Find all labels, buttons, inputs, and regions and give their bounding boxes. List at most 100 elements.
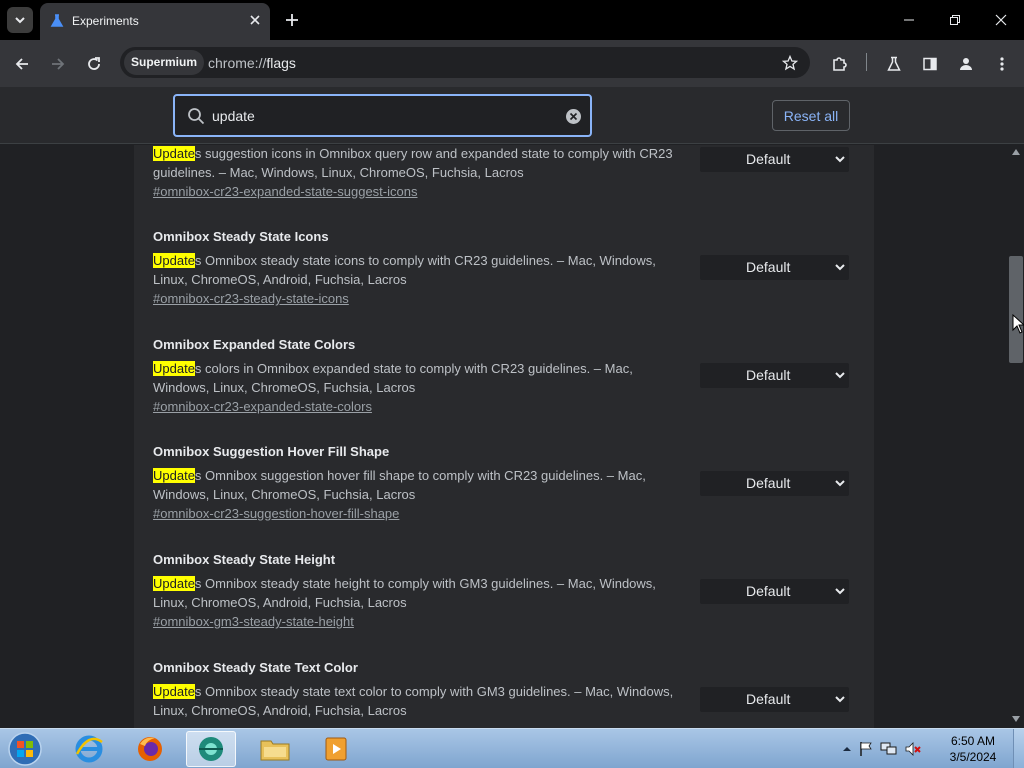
select-value: Default xyxy=(746,259,791,275)
tab-search-button[interactable] xyxy=(7,7,33,33)
chevron-down-icon xyxy=(15,17,25,24)
flask-icon xyxy=(887,56,901,71)
taskbar-internet-explorer[interactable] xyxy=(64,731,114,767)
flag-anchor-link[interactable]: #omnibox-cr23-expanded-state-suggest-ico… xyxy=(153,184,417,199)
show-desktop-button[interactable] xyxy=(1013,729,1024,768)
flag-name: Omnibox Steady State Height xyxy=(153,552,336,567)
select-value: Default xyxy=(746,583,791,599)
reload-button[interactable] xyxy=(82,52,106,76)
flag-description-text: s Omnibox suggestion hover fill shape to… xyxy=(153,468,646,502)
minimize-button[interactable] xyxy=(886,0,932,40)
flag-description-text: s Omnibox steady state text color to com… xyxy=(153,684,674,718)
flag-name: Omnibox Expanded State Colors xyxy=(153,337,356,352)
search-highlight: Update xyxy=(153,576,195,591)
flag-description-text: s Omnibox steady state height to comply … xyxy=(153,576,656,610)
plus-icon xyxy=(286,14,298,26)
flag-state-select[interactable]: Default xyxy=(700,147,849,172)
action-center-flag-icon[interactable] xyxy=(858,741,874,757)
labs-button[interactable] xyxy=(882,52,906,76)
search-icon xyxy=(188,108,205,125)
tab-close-button[interactable] xyxy=(247,12,263,28)
search-highlight: Update xyxy=(153,684,195,699)
chevron-down-icon xyxy=(835,480,845,487)
flag-anchor-link[interactable]: #omnibox-cr23-expanded-state-colors xyxy=(153,399,372,414)
taskbar-firefox[interactable] xyxy=(125,731,175,767)
taskbar-file-explorer[interactable] xyxy=(250,731,300,767)
address-bar[interactable]: Supermium chrome://flags xyxy=(120,47,810,78)
flag-state-select[interactable]: Default xyxy=(700,471,849,496)
close-icon xyxy=(250,15,260,25)
chevron-down-icon xyxy=(835,588,845,595)
tab-title: Experiments xyxy=(72,14,139,28)
site-chip[interactable]: Supermium xyxy=(124,50,205,75)
arrow-right-icon xyxy=(52,58,65,70)
puzzle-icon xyxy=(833,57,847,71)
flag-anchor-link[interactable]: #omnibox-gm3-steady-state-height xyxy=(153,614,354,629)
folder-icon xyxy=(260,740,290,761)
tab-experiments[interactable]: Experiments xyxy=(40,3,270,40)
flag-state-select[interactable]: Default xyxy=(700,363,849,388)
restore-icon xyxy=(950,15,960,25)
tab-strip: Experiments xyxy=(0,0,1024,40)
back-button[interactable] xyxy=(10,52,34,76)
network-icon[interactable] xyxy=(880,741,898,757)
flag-description: Updates Omnibox steady state text color … xyxy=(153,682,688,720)
flag-state-select[interactable]: Default xyxy=(700,687,849,712)
flag-state-select[interactable]: Default xyxy=(700,255,849,280)
select-value: Default xyxy=(746,691,791,707)
mouse-cursor-icon xyxy=(1012,314,1024,334)
close-window-button[interactable] xyxy=(978,0,1024,40)
scroll-up-arrow[interactable] xyxy=(1012,149,1020,155)
search-highlight: Update xyxy=(153,146,195,161)
supermium-icon xyxy=(199,737,223,761)
taskbar-supermium[interactable] xyxy=(186,731,236,767)
scroll-thumb[interactable] xyxy=(1009,256,1023,363)
menu-button[interactable] xyxy=(990,52,1014,76)
flags-search-box[interactable]: update xyxy=(173,94,592,137)
side-panel-icon xyxy=(923,57,937,71)
select-value: Default xyxy=(746,151,791,167)
toolbar-divider xyxy=(866,53,867,71)
flag-description-text: s Omnibox steady state icons to comply w… xyxy=(153,253,656,287)
url-text[interactable]: chrome://flags xyxy=(208,55,296,71)
flag-anchor-link[interactable]: #omnibox-cr23-suggestion-hover-fill-shap… xyxy=(153,506,399,521)
search-highlight: Update xyxy=(153,468,195,483)
select-value: Default xyxy=(746,367,791,383)
page-scrollbar[interactable] xyxy=(1008,145,1024,728)
flags-header: update Reset all xyxy=(0,87,1024,144)
flag-description-text: s colors in Omnibox expanded state to co… xyxy=(153,361,633,395)
flags-search-input[interactable]: update xyxy=(212,108,255,124)
clock-date: 3/5/2024 xyxy=(949,750,997,764)
bookmark-button[interactable] xyxy=(780,53,800,73)
internet-explorer-icon xyxy=(75,735,103,763)
flag-name: Omnibox Steady State Icons xyxy=(153,229,329,244)
flag-description: Updates Omnibox suggestion hover fill sh… xyxy=(153,466,688,504)
select-value: Default xyxy=(746,475,791,491)
reload-icon xyxy=(88,57,100,70)
clear-search-icon[interactable] xyxy=(565,108,582,125)
taskbar-clock[interactable]: 6:50 AM 3/5/2024 xyxy=(940,733,1006,765)
system-tray xyxy=(842,735,922,763)
volume-muted-icon[interactable] xyxy=(904,741,922,757)
start-button[interactable] xyxy=(6,731,44,767)
forward-button[interactable] xyxy=(46,52,70,76)
extensions-button[interactable] xyxy=(828,52,852,76)
side-panel-button[interactable] xyxy=(918,52,942,76)
scroll-down-arrow[interactable] xyxy=(1012,716,1020,722)
taskbar-media-player[interactable] xyxy=(311,731,361,767)
kebab-menu-icon xyxy=(1000,57,1004,71)
url-scheme: chrome:// xyxy=(208,55,267,71)
tray-expand-icon[interactable] xyxy=(842,744,852,754)
new-tab-button[interactable] xyxy=(282,10,302,30)
flag-anchor-link[interactable]: #omnibox-cr23-steady-state-icons xyxy=(153,291,349,306)
profile-button[interactable] xyxy=(954,52,978,76)
arrow-left-icon xyxy=(15,58,28,70)
reset-all-button[interactable]: Reset all xyxy=(772,100,850,131)
flag-name: Omnibox Suggestion Hover Fill Shape xyxy=(153,444,390,459)
flag-state-select[interactable]: Default xyxy=(700,579,849,604)
search-highlight: Update xyxy=(153,361,195,376)
minimize-icon xyxy=(904,19,914,21)
windows-logo-icon xyxy=(8,732,42,766)
restore-button[interactable] xyxy=(932,0,978,40)
flag-name: Omnibox Steady State Text Color xyxy=(153,660,358,675)
